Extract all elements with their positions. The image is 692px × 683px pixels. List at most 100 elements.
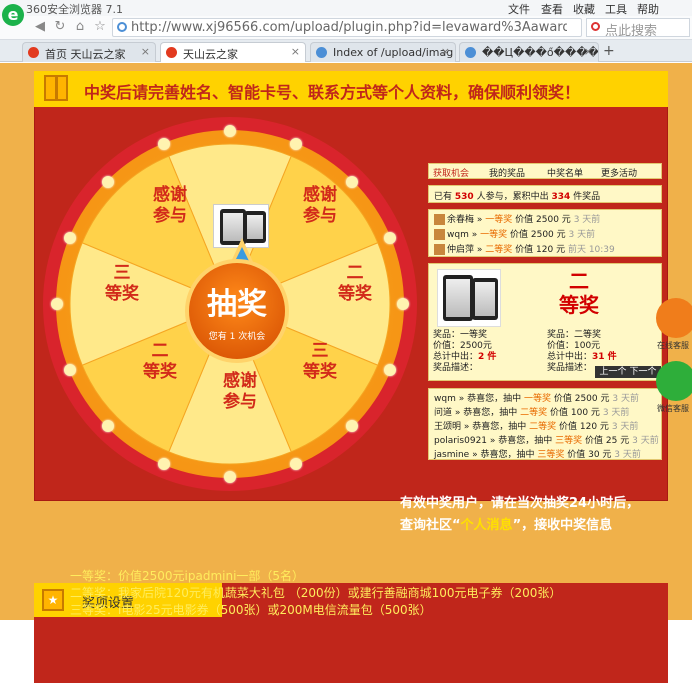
tab-label: 天山云之家 bbox=[183, 48, 238, 61]
star-icon: ★ bbox=[42, 589, 64, 611]
wechat-service-label: 微信客服 bbox=[657, 404, 689, 413]
winner-list: wqm » 恭喜您，抽中 一等奖 价值 2500 元 3 天前 问道 » 恭喜您… bbox=[428, 388, 662, 460]
wheel-light bbox=[397, 298, 409, 310]
ipad-image bbox=[437, 269, 501, 327]
avatar bbox=[434, 214, 445, 225]
draw-chances: 您有 1 次机会 bbox=[208, 332, 266, 342]
menu-help[interactable]: 帮助 bbox=[637, 1, 659, 17]
wheel-light bbox=[157, 138, 170, 151]
wheel-light bbox=[51, 298, 63, 310]
globe-icon bbox=[117, 22, 127, 32]
segment-thanks-2: 感谢 参与 bbox=[303, 185, 337, 226]
search-icon bbox=[591, 22, 600, 31]
page-icon bbox=[316, 47, 327, 58]
menu-file[interactable]: 文件 bbox=[508, 1, 530, 17]
url-field[interactable]: http://www.xj96566.com/upload/plugin.php… bbox=[112, 18, 582, 37]
prev-button[interactable]: 上一个 bbox=[600, 367, 627, 377]
browser-logo: e bbox=[0, 0, 26, 40]
close-icon[interactable]: × bbox=[441, 45, 450, 58]
list-item: 问道 » 恭喜您，抽中 二等奖 价值 100 元 3 天前 bbox=[434, 408, 630, 418]
list-item: wqm » 一等奖 价值 2500 元 3 天前 bbox=[434, 227, 595, 242]
close-icon[interactable]: × bbox=[584, 45, 593, 58]
segment-thanks-1: 感谢 参与 bbox=[153, 185, 187, 226]
panel-tabs: 获取机会 我的奖品 中奖名单 更多活动 bbox=[428, 163, 662, 179]
list-item: 王颂明 » 恭喜您，抽中 二等奖 价值 120 元 3 天前 bbox=[434, 422, 639, 432]
online-service-button[interactable] bbox=[656, 298, 692, 338]
tab-index[interactable]: Index of /upload/imag × bbox=[310, 42, 456, 62]
wheel-light bbox=[157, 457, 170, 470]
search-box[interactable]: 点此搜索 bbox=[586, 18, 690, 39]
page-icon bbox=[465, 47, 476, 58]
segment-second-2: 二等奖 bbox=[143, 341, 177, 382]
draw-label: 抽奖 bbox=[207, 287, 267, 322]
wheel-light bbox=[383, 231, 396, 244]
list-item: 余春梅 » 一等奖 价值 2500 元 3 天前 bbox=[434, 212, 600, 227]
home-icon[interactable]: ⌂ bbox=[72, 19, 88, 35]
segment-thanks-3: 感谢 参与 bbox=[223, 371, 257, 412]
tab-my-prizes[interactable]: 我的奖品 bbox=[489, 166, 525, 179]
e-logo-icon: e bbox=[2, 4, 24, 26]
prize-line-third: 三等奖：i电影25元电影券（500张）或200M电信流量包（500张） bbox=[70, 603, 432, 617]
app-title: 360安全浏览器 7.1 bbox=[26, 3, 123, 16]
list-item: wqm » 恭喜您，抽中 一等奖 价值 2500 元 3 天前 bbox=[434, 394, 639, 404]
tab-get-chance[interactable]: 获取机会 bbox=[433, 166, 469, 179]
new-tab-button[interactable]: + bbox=[603, 43, 615, 59]
wheel-light bbox=[101, 420, 114, 433]
menu-tools[interactable]: 工具 bbox=[605, 1, 627, 17]
avatar bbox=[434, 229, 445, 240]
tab-bar: 首页 天山云之家 × 天山云之家 × Index of /upload/imag… bbox=[0, 40, 692, 62]
menu-view[interactable]: 查看 bbox=[541, 1, 563, 17]
search-placeholder: 点此搜索 bbox=[605, 24, 658, 39]
segment-third-1: 三等奖 bbox=[303, 341, 337, 382]
tab-garbled[interactable]: ��Ц���ő���� × bbox=[459, 42, 599, 62]
site-favicon-icon bbox=[166, 47, 177, 58]
avatar bbox=[434, 244, 445, 255]
draw-button[interactable]: 抽奖 您有 1 次机会 bbox=[185, 259, 289, 363]
list-item: jasmine » 恭喜您，抽中 三等奖 价值 30 元 3 天前 bbox=[434, 450, 641, 460]
segment-third-2: 三等奖 bbox=[105, 263, 139, 304]
wheel-light bbox=[64, 231, 77, 244]
tab-more-activities[interactable]: 更多活动 bbox=[601, 166, 637, 179]
wheel-light bbox=[101, 175, 114, 188]
list-item: 仲启萍 » 二等奖 价值 120 元 前天 10:39 bbox=[434, 242, 615, 257]
prize-nav: 上一个 下一个 bbox=[595, 366, 661, 378]
browser-titlebar: 360安全浏览器 7.1 文件 查看 收藏 工具 帮助 bbox=[0, 0, 692, 16]
list-item: polaris0921 » 恭喜您，抽中 三等奖 价值 25 元 3 天前 bbox=[434, 436, 659, 446]
address-bar: ◀ ↻ ⌂ ☆ http://www.xj96566.com/upload/pl… bbox=[0, 16, 692, 40]
prize-info-left: 奖品：一等奖 价值：2500元 总计中出：2 件 奖品描述： bbox=[433, 330, 497, 373]
banner-text: 中奖后请完善姓名、智能卡号、联系方式等个人资料，确保顺利领奖！ bbox=[84, 83, 581, 102]
tab-winner-list[interactable]: 中奖名单 bbox=[547, 166, 583, 179]
tab-label: ��Ц���ő���� bbox=[482, 46, 599, 59]
tab-label: 首页 天山云之家 bbox=[45, 48, 126, 61]
url-text: http://www.xj96566.com/upload/plugin.php… bbox=[131, 20, 567, 35]
wheel-light bbox=[383, 364, 396, 377]
star-icon[interactable]: ☆ bbox=[92, 19, 108, 35]
tab-label: Index of /upload/imag bbox=[333, 46, 454, 59]
tab-current[interactable]: 天山云之家 × bbox=[160, 42, 306, 62]
refresh-icon[interactable]: ↻ bbox=[52, 19, 68, 35]
banner: 中奖后请完善姓名、智能卡号、联系方式等个人资料，确保顺利领奖！ bbox=[34, 71, 668, 107]
close-icon[interactable]: × bbox=[291, 45, 300, 58]
back-icon[interactable]: ◀ bbox=[32, 19, 48, 35]
wheel-light bbox=[290, 457, 303, 470]
prize-line-second: 二等奖：我家后院120元有机蔬菜大礼包 （200份）或建行善融商城100元电子券… bbox=[70, 586, 562, 600]
wechat-service-button[interactable] bbox=[656, 361, 692, 401]
wheel-light bbox=[224, 471, 236, 483]
summary-text: 已有 530 人参与，累积中出 334 件奖品 bbox=[434, 192, 601, 202]
menu-favorites[interactable]: 收藏 bbox=[573, 1, 595, 17]
claim-notice: 有效中奖用户，请在当次抽奖24小时后， 查询社区“个人消息”，接收中奖信息 bbox=[400, 496, 640, 533]
prize-line-first: 一等奖：价值2500元ipadmini一部（5名） bbox=[70, 569, 305, 583]
site-favicon-icon bbox=[28, 47, 39, 58]
prize-detail: 二等奖 奖品：一等奖 价值：2500元 总计中出：2 件 奖品描述： 奖品：二等… bbox=[428, 263, 662, 381]
tab-home[interactable]: 首页 天山云之家 × bbox=[22, 42, 156, 62]
gift-icon bbox=[44, 75, 68, 101]
page-body: 中奖后请完善姓名、智能卡号、联系方式等个人资料，确保顺利领奖！ 感谢 参与 感谢参… bbox=[0, 63, 692, 683]
recent-wins: 余春梅 » 一等奖 价值 2500 元 3 天前 wqm » 一等奖 价值 25… bbox=[428, 209, 662, 257]
wheel-light bbox=[224, 125, 236, 137]
participation-summary: 已有 530 人参与，累积中出 334 件奖品 bbox=[428, 185, 662, 203]
close-icon[interactable]: × bbox=[141, 45, 150, 58]
next-button[interactable]: 下一个 bbox=[629, 367, 656, 377]
segment-second-1: 二等奖 bbox=[338, 263, 372, 304]
online-service-label: 在线客服 bbox=[657, 341, 689, 350]
prize-level: 二等奖 bbox=[559, 269, 599, 317]
